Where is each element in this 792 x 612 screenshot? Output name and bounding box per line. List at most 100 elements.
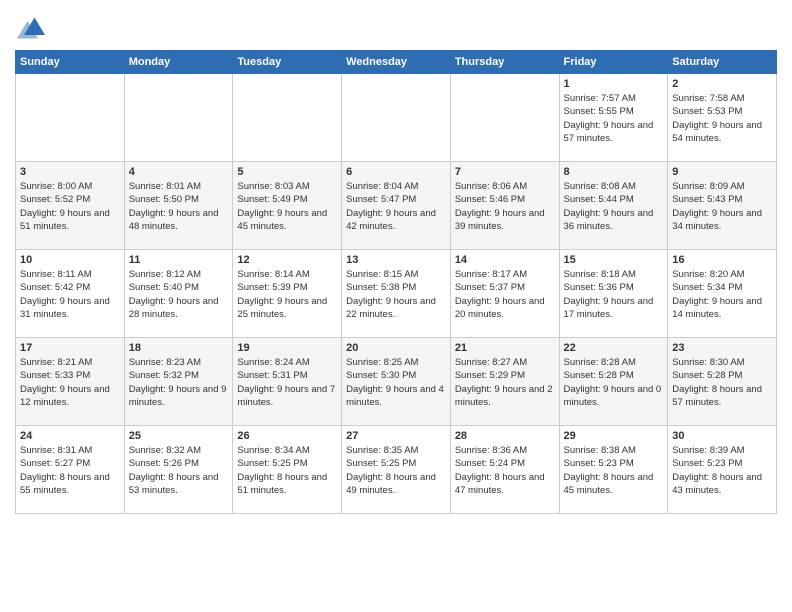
- calendar-week-4: 17 Sunrise: 8:21 AM Sunset: 5:33 PM Dayli…: [16, 338, 777, 426]
- weekday-header-saturday: Saturday: [668, 51, 777, 74]
- calendar-cell: 19 Sunrise: 8:24 AM Sunset: 5:31 PM Dayli…: [233, 338, 342, 426]
- day-number: 16: [672, 254, 772, 266]
- calendar-cell: 22 Sunrise: 8:28 AM Sunset: 5:28 PM Dayli…: [559, 338, 668, 426]
- calendar-cell: 29Sunrise: 8:38 AM Sunset: 5:23 PM Dayli…: [559, 426, 668, 514]
- calendar-cell: 2 Sunrise: 7:58 AM Sunset: 5:53 PM Daylig…: [668, 74, 777, 162]
- day-number: 2: [672, 78, 772, 90]
- day-number: 23: [672, 342, 772, 354]
- day-number: 28: [455, 430, 555, 442]
- calendar-cell: 6 Sunrise: 8:04 AM Sunset: 5:47 PM Daylig…: [342, 162, 451, 250]
- day-number: 14: [455, 254, 555, 266]
- day-info: Sunrise: 8:28 AM Sunset: 5:28 PM Dayligh…: [564, 356, 664, 409]
- calendar-cell: 18 Sunrise: 8:23 AM Sunset: 5:32 PM Dayli…: [124, 338, 233, 426]
- calendar-cell: 4 Sunrise: 8:01 AM Sunset: 5:50 PM Daylig…: [124, 162, 233, 250]
- weekday-header-friday: Friday: [559, 51, 668, 74]
- day-info: Sunrise: 8:08 AM Sunset: 5:44 PM Dayligh…: [564, 180, 664, 233]
- day-number: 15: [564, 254, 664, 266]
- calendar-cell: [233, 74, 342, 162]
- calendar-cell: [16, 74, 125, 162]
- day-info: Sunrise: 8:32 AM Sunset: 5:26 PM Dayligh…: [129, 444, 229, 497]
- day-info: Sunrise: 8:21 AM Sunset: 5:33 PM Dayligh…: [20, 356, 120, 409]
- day-number: 21: [455, 342, 555, 354]
- calendar-cell: [450, 74, 559, 162]
- calendar-cell: 3 Sunrise: 8:00 AM Sunset: 5:52 PM Daylig…: [16, 162, 125, 250]
- day-info: Sunrise: 8:11 AM Sunset: 5:42 PM Dayligh…: [20, 268, 120, 321]
- day-number: 1: [564, 78, 664, 90]
- calendar-cell: 21Sunrise: 8:27 AM Sunset: 5:29 PM Dayli…: [450, 338, 559, 426]
- day-number: 25: [129, 430, 229, 442]
- weekday-header-tuesday: Tuesday: [233, 51, 342, 74]
- logo-text-block: [15, 14, 45, 42]
- calendar-cell: 15 Sunrise: 8:18 AM Sunset: 5:36 PM Dayli…: [559, 250, 668, 338]
- day-info: Sunrise: 8:31 AM Sunset: 5:27 PM Dayligh…: [20, 444, 120, 497]
- calendar-table: SundayMondayTuesdayWednesdayThursdayFrid…: [15, 50, 777, 514]
- calendar-cell: 1 Sunrise: 7:57 AM Sunset: 5:55 PM Daylig…: [559, 74, 668, 162]
- day-number: 19: [237, 342, 337, 354]
- day-number: 20: [346, 342, 446, 354]
- day-info: Sunrise: 8:01 AM Sunset: 5:50 PM Dayligh…: [129, 180, 229, 233]
- day-info: Sunrise: 8:38 AM Sunset: 5:23 PM Dayligh…: [564, 444, 664, 497]
- day-info: Sunrise: 8:15 AM Sunset: 5:38 PM Dayligh…: [346, 268, 446, 321]
- page-header: [15, 10, 777, 42]
- day-number: 17: [20, 342, 120, 354]
- day-info: Sunrise: 8:24 AM Sunset: 5:31 PM Dayligh…: [237, 356, 337, 409]
- day-number: 10: [20, 254, 120, 266]
- day-info: Sunrise: 7:57 AM Sunset: 5:55 PM Dayligh…: [564, 92, 664, 145]
- calendar-cell: 23 Sunrise: 8:30 AM Sunset: 5:28 PM Dayli…: [668, 338, 777, 426]
- day-info: Sunrise: 8:17 AM Sunset: 5:37 PM Dayligh…: [455, 268, 555, 321]
- calendar-cell: 5 Sunrise: 8:03 AM Sunset: 5:49 PM Daylig…: [233, 162, 342, 250]
- calendar-cell: 11 Sunrise: 8:12 AM Sunset: 5:40 PM Dayli…: [124, 250, 233, 338]
- day-number: 4: [129, 166, 229, 178]
- day-number: 18: [129, 342, 229, 354]
- calendar-cell: 9 Sunrise: 8:09 AM Sunset: 5:43 PM Daylig…: [668, 162, 777, 250]
- day-info: Sunrise: 8:30 AM Sunset: 5:28 PM Dayligh…: [672, 356, 772, 409]
- day-info: Sunrise: 8:39 AM Sunset: 5:23 PM Dayligh…: [672, 444, 772, 497]
- weekday-header-sunday: Sunday: [16, 51, 125, 74]
- day-info: Sunrise: 8:34 AM Sunset: 5:25 PM Dayligh…: [237, 444, 337, 497]
- weekday-header-row: SundayMondayTuesdayWednesdayThursdayFrid…: [16, 51, 777, 74]
- day-info: Sunrise: 7:58 AM Sunset: 5:53 PM Dayligh…: [672, 92, 772, 145]
- calendar-cell: 24 Sunrise: 8:31 AM Sunset: 5:27 PM Dayli…: [16, 426, 125, 514]
- day-info: Sunrise: 8:04 AM Sunset: 5:47 PM Dayligh…: [346, 180, 446, 233]
- day-number: 24: [20, 430, 120, 442]
- day-number: 22: [564, 342, 664, 354]
- calendar-cell: 13 Sunrise: 8:15 AM Sunset: 5:38 PM Dayli…: [342, 250, 451, 338]
- calendar-cell: 28 Sunrise: 8:36 AM Sunset: 5:24 PM Dayli…: [450, 426, 559, 514]
- day-number: 26: [237, 430, 337, 442]
- day-info: Sunrise: 8:12 AM Sunset: 5:40 PM Dayligh…: [129, 268, 229, 321]
- day-info: Sunrise: 8:35 AM Sunset: 5:25 PM Dayligh…: [346, 444, 446, 497]
- day-number: 5: [237, 166, 337, 178]
- calendar-week-1: 1 Sunrise: 7:57 AM Sunset: 5:55 PM Daylig…: [16, 74, 777, 162]
- day-number: 3: [20, 166, 120, 178]
- day-number: 11: [129, 254, 229, 266]
- day-info: Sunrise: 8:14 AM Sunset: 5:39 PM Dayligh…: [237, 268, 337, 321]
- day-info: Sunrise: 8:20 AM Sunset: 5:34 PM Dayligh…: [672, 268, 772, 321]
- day-number: 9: [672, 166, 772, 178]
- calendar-cell: 17 Sunrise: 8:21 AM Sunset: 5:33 PM Dayli…: [16, 338, 125, 426]
- logo: [15, 14, 45, 42]
- weekday-header-monday: Monday: [124, 51, 233, 74]
- calendar-cell: 27Sunrise: 8:35 AM Sunset: 5:25 PM Dayli…: [342, 426, 451, 514]
- day-info: Sunrise: 8:18 AM Sunset: 5:36 PM Dayligh…: [564, 268, 664, 321]
- day-number: 8: [564, 166, 664, 178]
- day-number: 12: [237, 254, 337, 266]
- calendar-cell: 20Sunrise: 8:25 AM Sunset: 5:30 PM Dayli…: [342, 338, 451, 426]
- calendar-cell: 16 Sunrise: 8:20 AM Sunset: 5:34 PM Dayli…: [668, 250, 777, 338]
- day-info: Sunrise: 8:06 AM Sunset: 5:46 PM Dayligh…: [455, 180, 555, 233]
- day-info: Sunrise: 8:09 AM Sunset: 5:43 PM Dayligh…: [672, 180, 772, 233]
- day-number: 7: [455, 166, 555, 178]
- day-info: Sunrise: 8:23 AM Sunset: 5:32 PM Dayligh…: [129, 356, 229, 409]
- day-info: Sunrise: 8:00 AM Sunset: 5:52 PM Dayligh…: [20, 180, 120, 233]
- day-info: Sunrise: 8:36 AM Sunset: 5:24 PM Dayligh…: [455, 444, 555, 497]
- day-number: 13: [346, 254, 446, 266]
- calendar-cell: 12 Sunrise: 8:14 AM Sunset: 5:39 PM Dayli…: [233, 250, 342, 338]
- page-container: SundayMondayTuesdayWednesdayThursdayFrid…: [0, 0, 792, 524]
- day-number: 6: [346, 166, 446, 178]
- day-info: Sunrise: 8:03 AM Sunset: 5:49 PM Dayligh…: [237, 180, 337, 233]
- weekday-header-thursday: Thursday: [450, 51, 559, 74]
- calendar-cell: 10 Sunrise: 8:11 AM Sunset: 5:42 PM Dayli…: [16, 250, 125, 338]
- logo-icon: [17, 14, 45, 42]
- calendar-cell: [342, 74, 451, 162]
- calendar-week-3: 10 Sunrise: 8:11 AM Sunset: 5:42 PM Dayli…: [16, 250, 777, 338]
- calendar-cell: 30Sunrise: 8:39 AM Sunset: 5:23 PM Dayli…: [668, 426, 777, 514]
